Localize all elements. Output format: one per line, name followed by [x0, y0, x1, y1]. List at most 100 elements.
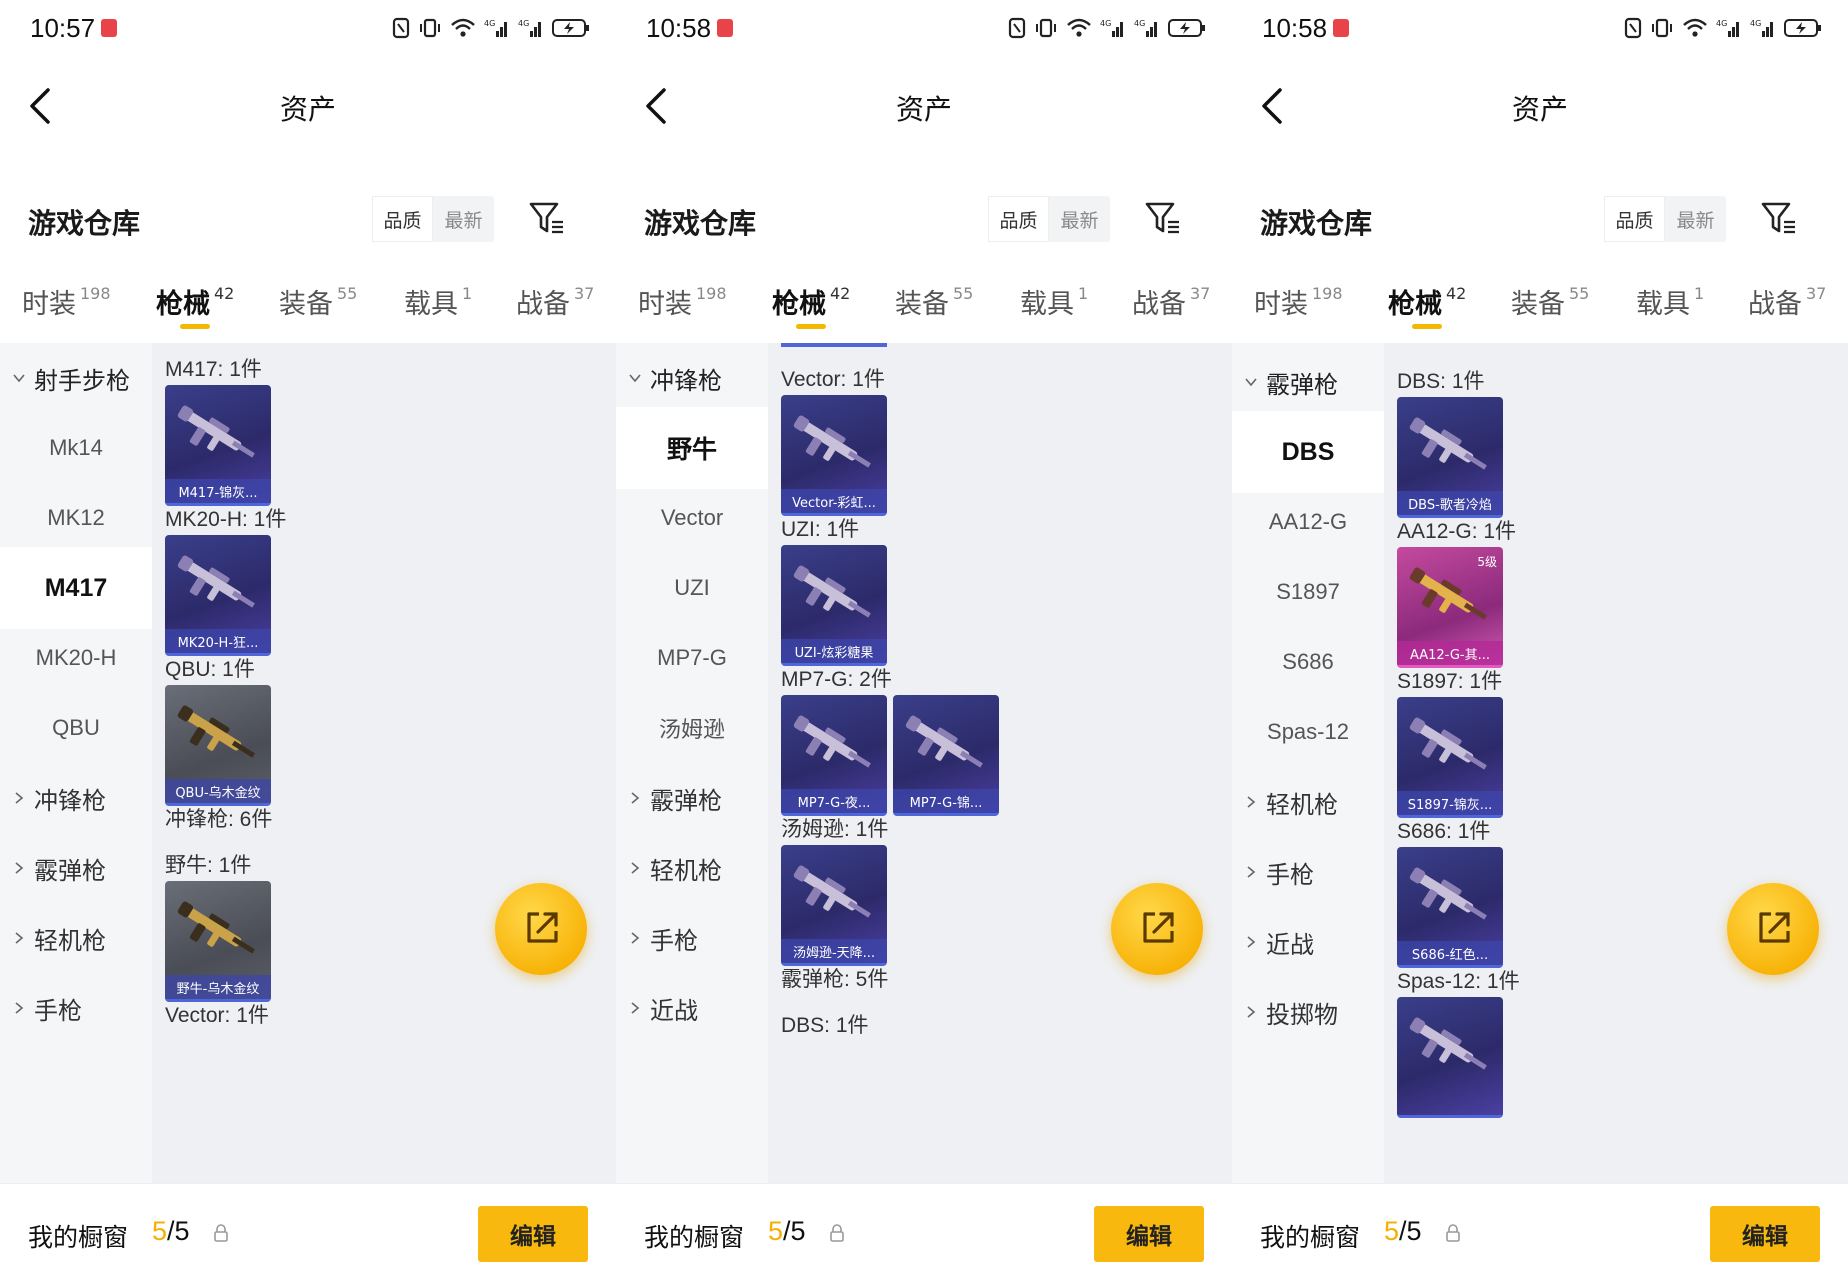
tab-0[interactable]: 时装 198 — [638, 282, 727, 321]
edit-button[interactable]: 编辑 — [478, 1206, 588, 1262]
item-card[interactable] — [1397, 997, 1503, 1118]
sidebar-label: 近战 — [650, 996, 698, 1025]
section-title: UZI: 1件 — [781, 518, 860, 541]
active-tab-indicator — [180, 324, 210, 329]
item-card[interactable]: Vector-彩虹... — [781, 395, 887, 516]
status-icons: 4G 4G — [1624, 16, 1822, 40]
tab-count: 37 — [1190, 284, 1211, 303]
item-list: M417: 1件 M417-锦灰... MK20-H: 1件 MK20-H-狂... Q… — [152, 343, 616, 1183]
tab-3[interactable]: 载具 1 — [1020, 282, 1088, 321]
item-card[interactable]: UZI-炫彩糖果 — [781, 545, 887, 666]
sort-newest-button[interactable]: 最新 — [433, 196, 494, 242]
tab-2[interactable]: 装备 55 — [279, 282, 357, 321]
share-button[interactable] — [495, 883, 587, 975]
showcase-label: 我的橱窗 — [1260, 1223, 1361, 1252]
chevron-down-icon — [13, 374, 25, 383]
status-icons: 4G 4G — [1008, 16, 1206, 40]
item-list: Vector: 1件 Vector-彩虹... UZI: 1件 UZI-炫彩糖果 MP7… — [768, 343, 1232, 1183]
category-tabs: 时装 198 枪械 42 装备 55 载具 1 战备 37 — [616, 262, 1232, 342]
item-card[interactable]: DBS-歌者冷焰 — [1397, 397, 1503, 518]
tab-label: 枪械 — [772, 289, 826, 320]
filter-button[interactable] — [528, 200, 566, 236]
sort-quality-button[interactable]: 品质 — [988, 196, 1049, 242]
tab-1[interactable]: 枪械 42 — [156, 282, 234, 321]
sort-toggle: 品质 最新 — [1604, 196, 1726, 242]
sort-quality-button[interactable]: 品质 — [372, 196, 433, 242]
lock-icon — [830, 1224, 844, 1242]
showcase-label: 我的橱窗 — [644, 1223, 745, 1252]
tab-4[interactable]: 战备 37 — [516, 282, 594, 321]
section-title: Spas-12: 1件 — [1397, 970, 1520, 993]
record-icon — [101, 19, 118, 37]
showcase-count: 5/5 — [152, 1216, 190, 1247]
share-button[interactable] — [1111, 883, 1203, 975]
signal-icon: 4G — [1750, 19, 1773, 37]
sidebar-label: 轻机枪 — [650, 856, 722, 885]
tab-3[interactable]: 载具 1 — [1636, 282, 1704, 321]
svg-text:4G: 4G — [1134, 19, 1145, 28]
chevron-right-icon — [631, 792, 640, 804]
sidebar-label: 射手步枪 — [34, 366, 130, 395]
sidebar-group[interactable]: 投掷物 — [1232, 971, 1384, 1053]
tab-1[interactable]: 枪械 42 — [1388, 282, 1466, 321]
section-title: Vector: 1件 — [165, 1004, 269, 1027]
edit-button[interactable]: 编辑 — [1710, 1206, 1820, 1262]
subcategory-sidebar: 冲锋枪 野牛 Vector UZI MP7-G 汤姆逊 霰弹枪 轻机枪 手枪 近战 — [616, 343, 768, 1183]
sidebar-group[interactable]: 手枪 — [0, 967, 152, 1049]
item-card[interactable]: MK20-H-狂... — [165, 535, 271, 656]
page-title: 资产 — [1511, 93, 1568, 126]
status-time: 10:57 — [30, 12, 96, 43]
tab-2[interactable]: 装备 55 — [895, 282, 973, 321]
chevron-right-icon — [631, 932, 640, 944]
filter-button[interactable] — [1144, 200, 1182, 236]
item-card[interactable]: M417-锦灰... — [165, 385, 271, 506]
filter-button[interactable] — [1760, 200, 1798, 236]
tab-label: 时装 — [22, 289, 76, 320]
tab-1[interactable]: 枪械 42 — [772, 282, 850, 321]
item-name: MK20-H-狂... — [165, 629, 271, 653]
tab-3[interactable]: 载具 1 — [404, 282, 472, 321]
tab-0[interactable]: 时装 198 — [1254, 282, 1343, 321]
tab-4[interactable]: 战备 37 — [1132, 282, 1210, 321]
item-card[interactable]: S686-红色... — [1397, 847, 1503, 968]
showcase-label: 我的橱窗 — [28, 1223, 129, 1252]
sidebar-label: 霰弹枪 — [34, 856, 106, 885]
sidebar-group[interactable]: 近战 — [616, 967, 768, 1049]
category-tabs: 时装 198 枪械 42 装备 55 载具 1 战备 37 — [0, 262, 616, 342]
tab-2[interactable]: 装备 55 — [1511, 282, 1589, 321]
sidebar-label: 冲锋枪 — [650, 366, 722, 395]
chevron-right-icon — [631, 1002, 640, 1014]
chevron-down-icon — [1245, 378, 1257, 387]
active-tab-indicator — [796, 324, 826, 329]
tab-0[interactable]: 时装 198 — [22, 282, 111, 321]
item-card[interactable]: 汤姆逊-天降... — [781, 845, 887, 966]
item-card[interactable]: MP7-G-夜... — [781, 695, 887, 816]
wifi-icon — [1683, 18, 1707, 37]
section-title: 野牛: 1件 — [165, 854, 252, 877]
tab-label: 载具 — [1020, 289, 1074, 320]
sort-newest-button[interactable]: 最新 — [1049, 196, 1110, 242]
share-icon — [1143, 912, 1174, 943]
tab-label: 战备 — [1132, 289, 1186, 320]
share-button[interactable] — [1727, 883, 1819, 975]
item-card[interactable]: S1897-锦灰... — [1397, 697, 1503, 818]
item-name: AA12-G-其... — [1397, 641, 1503, 665]
sidebar-label: 霰弹枪 — [1266, 370, 1338, 399]
tab-4[interactable]: 战备 37 — [1748, 282, 1826, 321]
item-card[interactable]: 野牛-乌木金纹 — [165, 881, 271, 1002]
sidebar-label: M417 — [44, 573, 108, 602]
item-card[interactable]: MP7-G-锦... — [893, 695, 999, 816]
tab-count: 42 — [1446, 284, 1467, 303]
sort-newest-button[interactable]: 最新 — [1665, 196, 1726, 242]
sidebar-label: S1897 — [1276, 579, 1340, 604]
item-card[interactable]: 5级 AA12-G-其... — [1397, 547, 1503, 668]
svg-text:4G: 4G — [1750, 19, 1761, 28]
weapon-skin-image — [793, 865, 871, 918]
warehouse-title: 游戏仓库 — [1260, 207, 1373, 240]
sidebar-label: S686 — [1282, 649, 1334, 674]
edit-button[interactable]: 编辑 — [1094, 1206, 1204, 1262]
item-card[interactable]: QBU-乌木金纹 — [165, 685, 271, 806]
sort-quality-button[interactable]: 品质 — [1604, 196, 1665, 242]
category-tabs: 时装 198 枪械 42 装备 55 载具 1 战备 37 — [1232, 262, 1848, 342]
wifi-icon — [451, 18, 475, 37]
